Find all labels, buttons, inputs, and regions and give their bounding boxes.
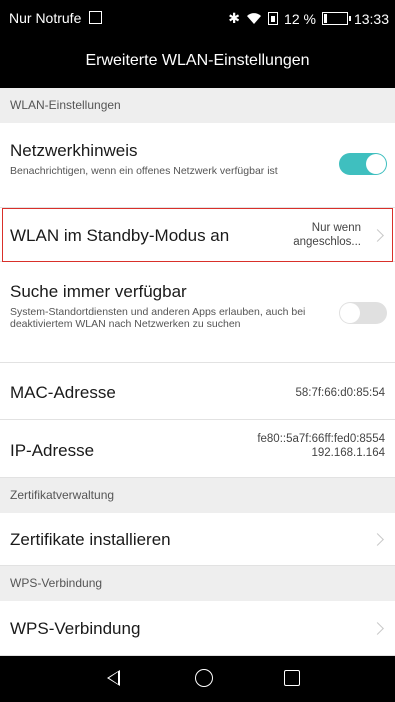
status-icons: ✱ 12 % 13:33	[228, 10, 389, 27]
sim-card-icon	[89, 11, 103, 24]
mac-address-value: 58:7f:66:d0:85:54	[295, 387, 385, 399]
home-icon[interactable]	[195, 669, 213, 687]
standby-mode-row[interactable]: WLAN im Standby-Modus an Nur wenn angesc…	[0, 208, 395, 262]
carrier-label: Nur Notrufe	[9, 10, 82, 26]
scan-always-row[interactable]: Suche immer verfügbar System-Standortdie…	[0, 262, 395, 363]
network-notice-row[interactable]: Netzwerkhinweis Benachrichtigen, wenn ei…	[0, 123, 395, 208]
scan-always-toggle[interactable]	[339, 302, 387, 324]
section-header-wlan: WLAN-Einstellungen	[0, 88, 395, 123]
toggle-knob	[366, 154, 386, 174]
toggle-knob	[340, 303, 360, 323]
ip-value-line1: fe80::5a7f:66ff:fed0:8554	[257, 433, 385, 445]
standby-mode-title: WLAN im Standby-Modus an	[10, 226, 230, 245]
ip-value-line2: 192.168.1.164	[311, 447, 385, 459]
install-certs-row[interactable]: Zertifikate installieren	[0, 513, 395, 566]
standby-value-line1: Nur wenn	[311, 222, 361, 234]
scan-always-subtitle: System-Standortdiensten und anderen Apps…	[10, 306, 306, 330]
section-label-wps: WPS-Verbindung	[10, 576, 103, 590]
bluetooth-icon: ✱	[228, 10, 241, 26]
wps-connect-title: WPS-Verbindung	[10, 619, 141, 638]
mac-address-row: MAC-Adresse 58:7f:66:d0:85:54	[0, 363, 395, 420]
mac-address-title: MAC-Adresse	[10, 383, 116, 402]
battery-percent: 12 %	[284, 10, 316, 27]
sim-status-icon	[268, 12, 279, 25]
ip-address-title: IP-Adresse	[10, 441, 95, 460]
section-label-certs: Zertifikatverwaltung	[10, 488, 115, 502]
wps-connect-row[interactable]: WPS-Verbindung	[0, 601, 395, 656]
wifi-icon	[247, 13, 262, 24]
standby-mode-value: Nur wenn angeschlos...	[293, 221, 361, 249]
section-header-certs: Zertifikatverwaltung	[0, 478, 395, 513]
navigation-bar	[0, 656, 395, 702]
section-label-wlan: WLAN-Einstellungen	[10, 98, 121, 112]
status-bar: Nur Notrufe ✱ 12 % 13:33	[0, 0, 395, 36]
network-notice-title: Netzwerkhinweis	[10, 141, 138, 160]
section-header-wps: WPS-Verbindung	[0, 566, 395, 601]
carrier-info: Nur Notrufe	[9, 10, 103, 26]
standby-value-line2: angeschlos...	[293, 236, 361, 248]
recent-apps-icon[interactable]	[284, 670, 300, 686]
back-icon[interactable]	[107, 670, 120, 686]
chevron-right-icon	[371, 229, 384, 242]
battery-icon	[321, 12, 351, 25]
install-certs-title: Zertifikate installieren	[10, 530, 171, 549]
chevron-right-icon	[371, 622, 384, 635]
page-title: Erweiterte WLAN-Einstellungen	[0, 36, 395, 88]
battery-fill	[323, 14, 327, 23]
network-notice-toggle[interactable]	[339, 153, 387, 175]
ip-address-row: IP-Adresse fe80::5a7f:66ff:fed0:8554 192…	[0, 420, 395, 478]
chevron-right-icon	[371, 533, 384, 546]
clock: 13:33	[353, 10, 389, 27]
network-notice-subtitle: Benachrichtigen, wenn ein offenes Netzwe…	[10, 165, 278, 177]
scan-always-title: Suche immer verfügbar	[10, 282, 187, 301]
ip-address-value: fe80::5a7f:66ff:fed0:8554 192.168.1.164	[257, 432, 385, 460]
